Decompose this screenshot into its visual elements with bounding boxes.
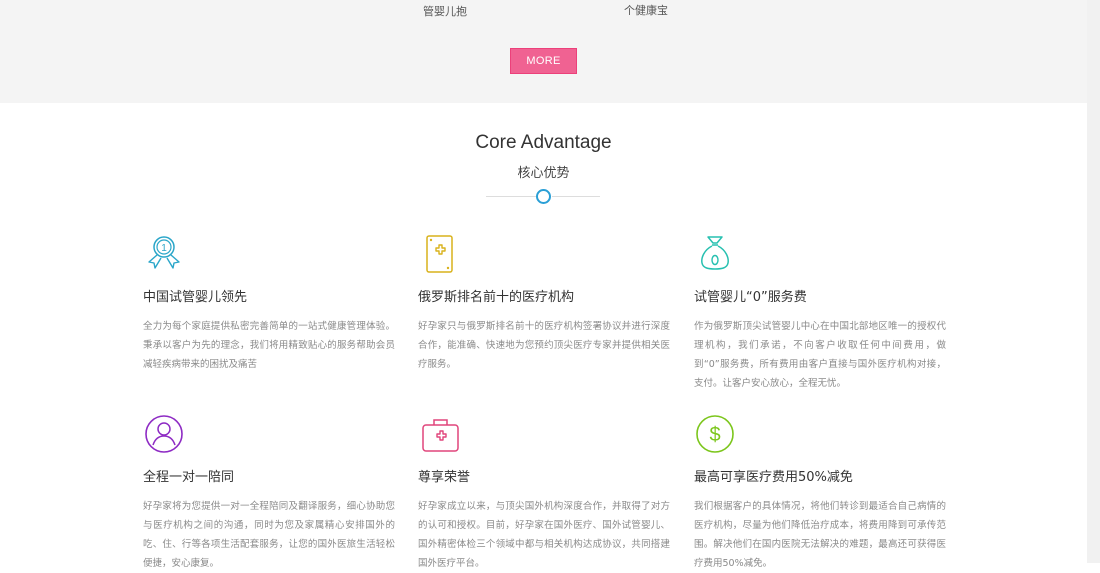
dollar-coin-icon: $ [696, 415, 734, 453]
card-title: 最高可享医疗费用50%减免 [694, 470, 853, 485]
card-description: 作为俄罗斯顶尖试管婴儿中心在中国北部地区唯一的授权代理机构，我们承诺，不向客户收… [694, 321, 946, 389]
section-title: Core Advantage [475, 132, 612, 153]
svg-text:1: 1 [161, 243, 167, 254]
card-description: 好孕家将为您提供一对一全程陪同及翻译服务，细心协助您与医疗机构之间的沟通，同时为… [143, 501, 395, 569]
scrollbar-track[interactable] [1087, 0, 1100, 563]
svg-text:$: $ [709, 424, 720, 446]
card-title: 俄罗斯排名前十的医疗机构 [418, 290, 575, 305]
heading-divider-right [552, 196, 600, 197]
user-circle-icon [145, 415, 183, 453]
caption-text: 个健康宝 [624, 4, 668, 17]
heading-ring-ornament [536, 189, 551, 204]
card-title: 尊享荣誉 [418, 470, 471, 485]
first-aid-kit-icon [422, 419, 459, 452]
heading-divider-left [486, 196, 536, 197]
ribbon-medal-icon: 1 [148, 236, 180, 269]
medical-card-icon [426, 235, 453, 273]
card-title: 试管婴儿“0”服务费 [694, 290, 807, 305]
card-description: 好孕家成立以来，与顶尖国外机构深度合作，并取得了对方的认可和授权。目前，好孕家在… [418, 501, 670, 569]
card-title: 全程一对一陪同 [143, 470, 235, 485]
previous-section-band: 管婴儿抱 个健康宝 MORE [0, 0, 1087, 103]
card-description: 全力为每个家庭提供私密完善简单的一站式健康管理体验。秉承以客户为先的理念，我们将… [143, 321, 395, 370]
card-title: 中国试管婴儿领先 [143, 290, 248, 305]
money-bag-icon [701, 236, 729, 270]
card-description: 好孕家只与俄罗斯排名前十的医疗机构签署协议并进行深度合作，能准确、快速地为您预约… [418, 321, 670, 370]
section-subtitle: 核心优势 [517, 166, 570, 181]
more-button[interactable]: MORE [510, 48, 577, 74]
card-description: 我们根据客户的具体情况，将他们转诊到最适合自己病情的医疗机构，尽量为他们降低治疗… [694, 501, 946, 569]
caption-text: 管婴儿抱 [423, 5, 467, 18]
